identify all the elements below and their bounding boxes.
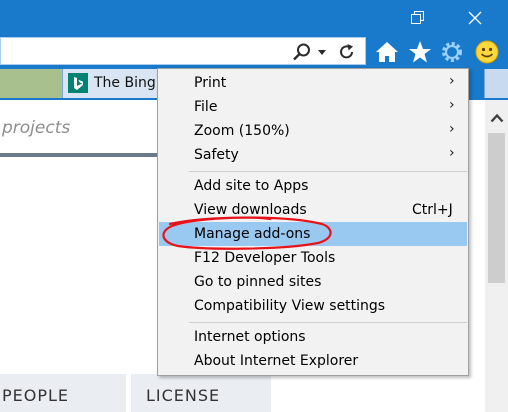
menu-item-label: About Internet Explorer	[194, 353, 359, 369]
refresh-button[interactable]	[335, 40, 359, 64]
close-button[interactable]	[452, 0, 498, 36]
menu-separator	[189, 322, 467, 323]
menu-item-label: Zoom (150%)	[194, 123, 290, 139]
page-heading: projects	[2, 118, 71, 138]
submenu-arrow-icon: ›	[449, 73, 455, 89]
tab-bing[interactable]: The Bing	[62, 69, 158, 98]
menu-item-print[interactable]: Print ›	[159, 71, 467, 95]
submenu-arrow-icon: ›	[449, 145, 455, 161]
menu-item-view-downloads[interactable]: View downloads Ctrl+J	[159, 198, 467, 222]
menu-item-label: File	[194, 99, 218, 115]
chevron-down-icon	[318, 50, 326, 55]
menu-item-add-site-to-apps[interactable]: Add site to Apps	[159, 174, 467, 198]
title-bar	[0, 0, 508, 36]
tab-label: The Bing	[94, 75, 156, 91]
menu-item-safety[interactable]: Safety ›	[159, 143, 467, 167]
vertical-scrollbar[interactable]	[485, 100, 508, 412]
restore-button[interactable]	[395, 0, 441, 36]
menu-item-manage-add-ons[interactable]: Manage add-ons	[159, 222, 467, 246]
menu-item-label: F12 Developer Tools	[194, 250, 336, 266]
menu-item-f12-developer-tools[interactable]: F12 Developer Tools	[159, 246, 467, 270]
menu-item-label: Safety	[194, 147, 239, 163]
submenu-arrow-icon: ›	[449, 121, 455, 137]
menu-item-label: Print	[194, 75, 227, 91]
address-dropdown-button[interactable]	[315, 40, 329, 64]
menu-item-shortcut: Ctrl+J	[412, 202, 453, 218]
menu-item-label: Go to pinned sites	[194, 274, 322, 290]
home-button[interactable]	[372, 38, 402, 66]
menu-item-compatibility-view-settings[interactable]: Compatibility View settings	[159, 294, 467, 318]
menu-item-go-to-pinned-sites[interactable]: Go to pinned sites	[159, 270, 467, 294]
tab-previous[interactable]	[0, 69, 62, 98]
tools-button[interactable]	[437, 38, 467, 66]
submenu-arrow-icon: ›	[449, 97, 455, 113]
menu-item-label: View downloads	[194, 202, 307, 218]
heading-underline	[0, 153, 157, 157]
tab-license-label: LICENSE	[146, 386, 221, 405]
gear-icon	[442, 42, 462, 62]
menu-item-file[interactable]: File ›	[159, 95, 467, 119]
tab-license[interactable]: LICENSE	[131, 374, 271, 412]
menu-separator	[189, 171, 467, 172]
tools-menu: Print › File › Zoom (150%) › Safety › Ad…	[157, 68, 469, 376]
favorites-button[interactable]	[405, 38, 435, 66]
menu-item-about-internet-explorer[interactable]: About Internet Explorer	[159, 349, 467, 373]
ie-window: The Bing projects PEOPLE LICENSE Print ›…	[0, 0, 508, 412]
scroll-thumb[interactable]	[488, 133, 505, 283]
menu-item-label: Compatibility View settings	[194, 298, 386, 314]
refresh-icon	[340, 44, 353, 59]
feedback-button[interactable]	[472, 38, 502, 66]
tab-people[interactable]: PEOPLE	[0, 374, 126, 412]
bing-icon	[68, 73, 88, 93]
close-icon	[468, 11, 482, 25]
address-bar[interactable]	[0, 37, 366, 65]
scroll-up-button[interactable]	[485, 110, 508, 126]
chevron-up-icon	[490, 113, 503, 123]
restore-icon	[411, 11, 424, 24]
search-button[interactable]	[291, 40, 313, 64]
home-icon	[376, 42, 398, 62]
menu-item-internet-options[interactable]: Internet options	[159, 325, 467, 349]
smiley-icon	[475, 40, 499, 64]
menu-item-label: Manage add-ons	[194, 226, 311, 242]
tab-people-label: PEOPLE	[2, 386, 70, 405]
address-toolbar	[0, 36, 508, 67]
star-icon	[409, 41, 431, 63]
search-icon	[293, 43, 310, 61]
menu-item-zoom[interactable]: Zoom (150%) ›	[159, 119, 467, 143]
menu-item-label: Add site to Apps	[194, 178, 309, 194]
menu-item-label: Internet options	[194, 329, 306, 345]
new-tab-button[interactable]	[484, 69, 508, 98]
